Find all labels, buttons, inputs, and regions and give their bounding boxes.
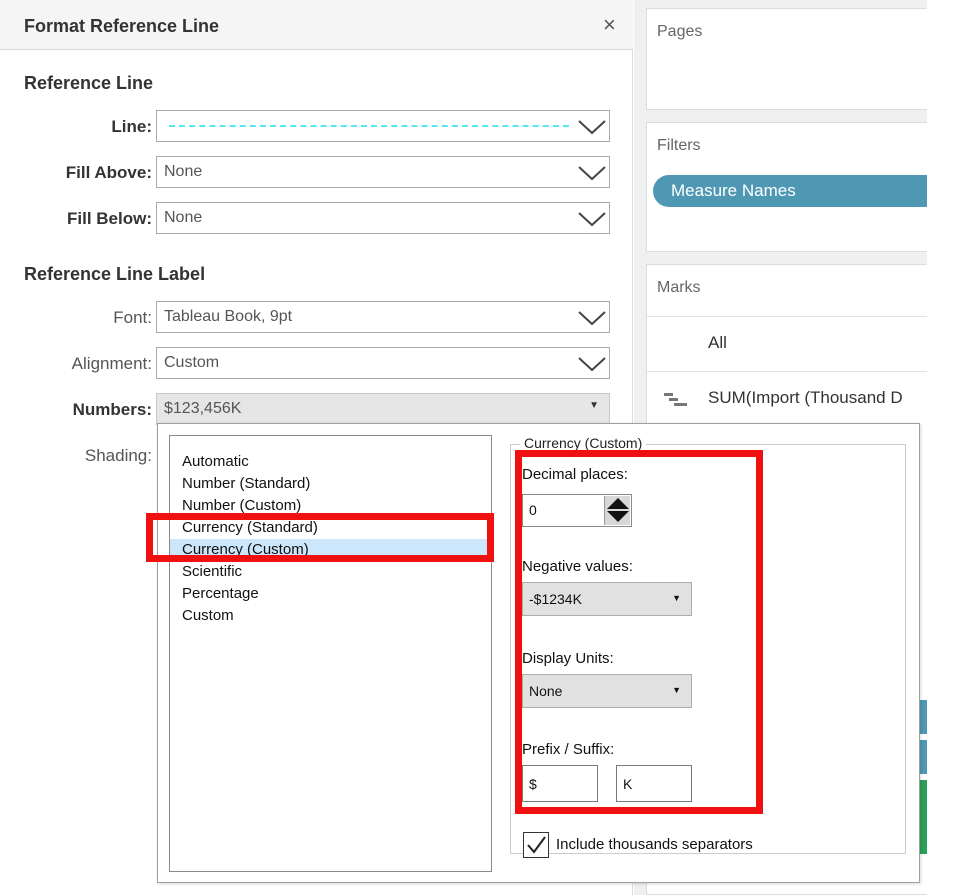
chevron-down-icon: [578, 357, 606, 372]
marks-measure-row[interactable]: SUM(Import (Thousand D: [647, 371, 928, 426]
dropdown-arrow-icon: ▼: [589, 400, 599, 411]
filters-card[interactable]: Filters Measure Names: [646, 122, 928, 252]
bar-chart-icon: [664, 393, 687, 406]
font-dropdown[interactable]: Tableau Book, 9pt: [156, 301, 610, 333]
format-option-currency-standard[interactable]: Currency (Standard): [170, 517, 491, 539]
thousands-separator-label: Include thousands separators: [556, 836, 753, 853]
prefix-value: $: [529, 776, 537, 792]
font-label: Font:: [113, 308, 152, 327]
decimal-places-label: Decimal places:: [522, 466, 628, 483]
fill-below-value: None: [164, 209, 203, 226]
display-units-combo[interactable]: None ▼: [522, 674, 692, 708]
format-option-automatic[interactable]: Automatic: [170, 451, 491, 473]
increment-arrow-icon[interactable]: [607, 498, 629, 509]
format-option-number-standard[interactable]: Number (Standard): [170, 473, 491, 495]
decimal-places-value: 0: [529, 502, 537, 518]
pages-title: Pages: [657, 23, 703, 40]
format-option-scientific[interactable]: Scientific: [170, 561, 491, 583]
alignment-dropdown[interactable]: Custom: [156, 347, 610, 379]
fill-above-dropdown[interactable]: None: [156, 156, 610, 188]
chevron-down-icon: [578, 120, 606, 135]
format-option-number-custom[interactable]: Number (Custom): [170, 495, 491, 517]
numbers-value: $123,456K: [164, 400, 242, 417]
negative-values-combo[interactable]: -$1234K ▼: [522, 582, 692, 616]
chevron-down-icon: [578, 212, 606, 227]
suffix-input[interactable]: K: [616, 765, 692, 802]
marks-title: Marks: [657, 279, 701, 296]
dropdown-arrow-icon: ▼: [672, 593, 681, 603]
section-title-reference-line-label: Reference Line Label: [24, 264, 206, 284]
currency-custom-group-title: Currency (Custom): [520, 435, 647, 451]
format-option-percentage[interactable]: Percentage: [170, 583, 491, 605]
marks-all-label: All: [708, 333, 727, 352]
numbers-label: Numbers:: [72, 400, 152, 419]
section-title-reference-line: Reference Line: [24, 73, 154, 93]
pane-header: Format Reference Line ×: [0, 0, 633, 50]
number-format-popup: Automatic Number (Standard) Number (Cust…: [157, 423, 920, 883]
thousands-separator-checkbox[interactable]: [523, 832, 549, 858]
edge-color-block: [919, 780, 927, 854]
window-edge: [919, 0, 967, 895]
format-option-currency-custom[interactable]: Currency (Custom): [170, 539, 491, 561]
marks-measure-label: SUM(Import (Thousand D: [708, 388, 903, 407]
negative-values-label: Negative values:: [522, 558, 633, 575]
decrement-arrow-icon[interactable]: [607, 511, 629, 522]
fill-below-dropdown[interactable]: None: [156, 202, 610, 234]
shading-label: Shading:: [84, 446, 152, 465]
display-units-value: None: [529, 683, 563, 699]
checkmark-icon: [527, 836, 546, 854]
filter-pill-label: Measure Names: [671, 181, 796, 200]
suffix-value: K: [623, 776, 633, 792]
dropdown-arrow-icon: ▼: [672, 685, 681, 695]
format-option-custom[interactable]: Custom: [170, 605, 491, 627]
filters-title: Filters: [657, 137, 701, 154]
edge-color-block: [919, 740, 927, 774]
line-style-preview: [169, 125, 569, 127]
fill-below-label: Fill Below:: [67, 209, 152, 228]
prefix-input[interactable]: $: [522, 765, 598, 802]
fill-above-label: Fill Above:: [65, 163, 152, 182]
pane-title: Format Reference Line: [24, 16, 220, 36]
decimal-places-stepper[interactable]: 0: [522, 494, 632, 527]
display-units-label: Display Units:: [522, 650, 614, 667]
chevron-down-icon: [578, 311, 606, 326]
marks-all-row[interactable]: All: [647, 316, 928, 371]
fill-above-value: None: [164, 163, 203, 180]
line-label: Line:: [111, 117, 152, 136]
prefix-suffix-label: Prefix / Suffix:: [522, 741, 615, 758]
alignment-label: Alignment:: [71, 354, 152, 373]
numbers-dropdown[interactable]: $123,456K ▼: [156, 393, 610, 425]
close-icon[interactable]: ×: [603, 12, 616, 38]
number-format-list[interactable]: Automatic Number (Standard) Number (Cust…: [169, 435, 492, 872]
line-style-dropdown[interactable]: [156, 110, 610, 142]
negative-values-value: -$1234K: [529, 591, 582, 607]
filter-pill-measure-names[interactable]: Measure Names: [653, 175, 928, 207]
chevron-down-icon: [578, 166, 606, 181]
pages-card[interactable]: Pages: [646, 8, 927, 110]
stepper-buttons: [604, 496, 630, 525]
edge-color-block: [919, 700, 927, 734]
font-value: Tableau Book, 9pt: [164, 308, 293, 325]
alignment-value: Custom: [164, 354, 220, 371]
